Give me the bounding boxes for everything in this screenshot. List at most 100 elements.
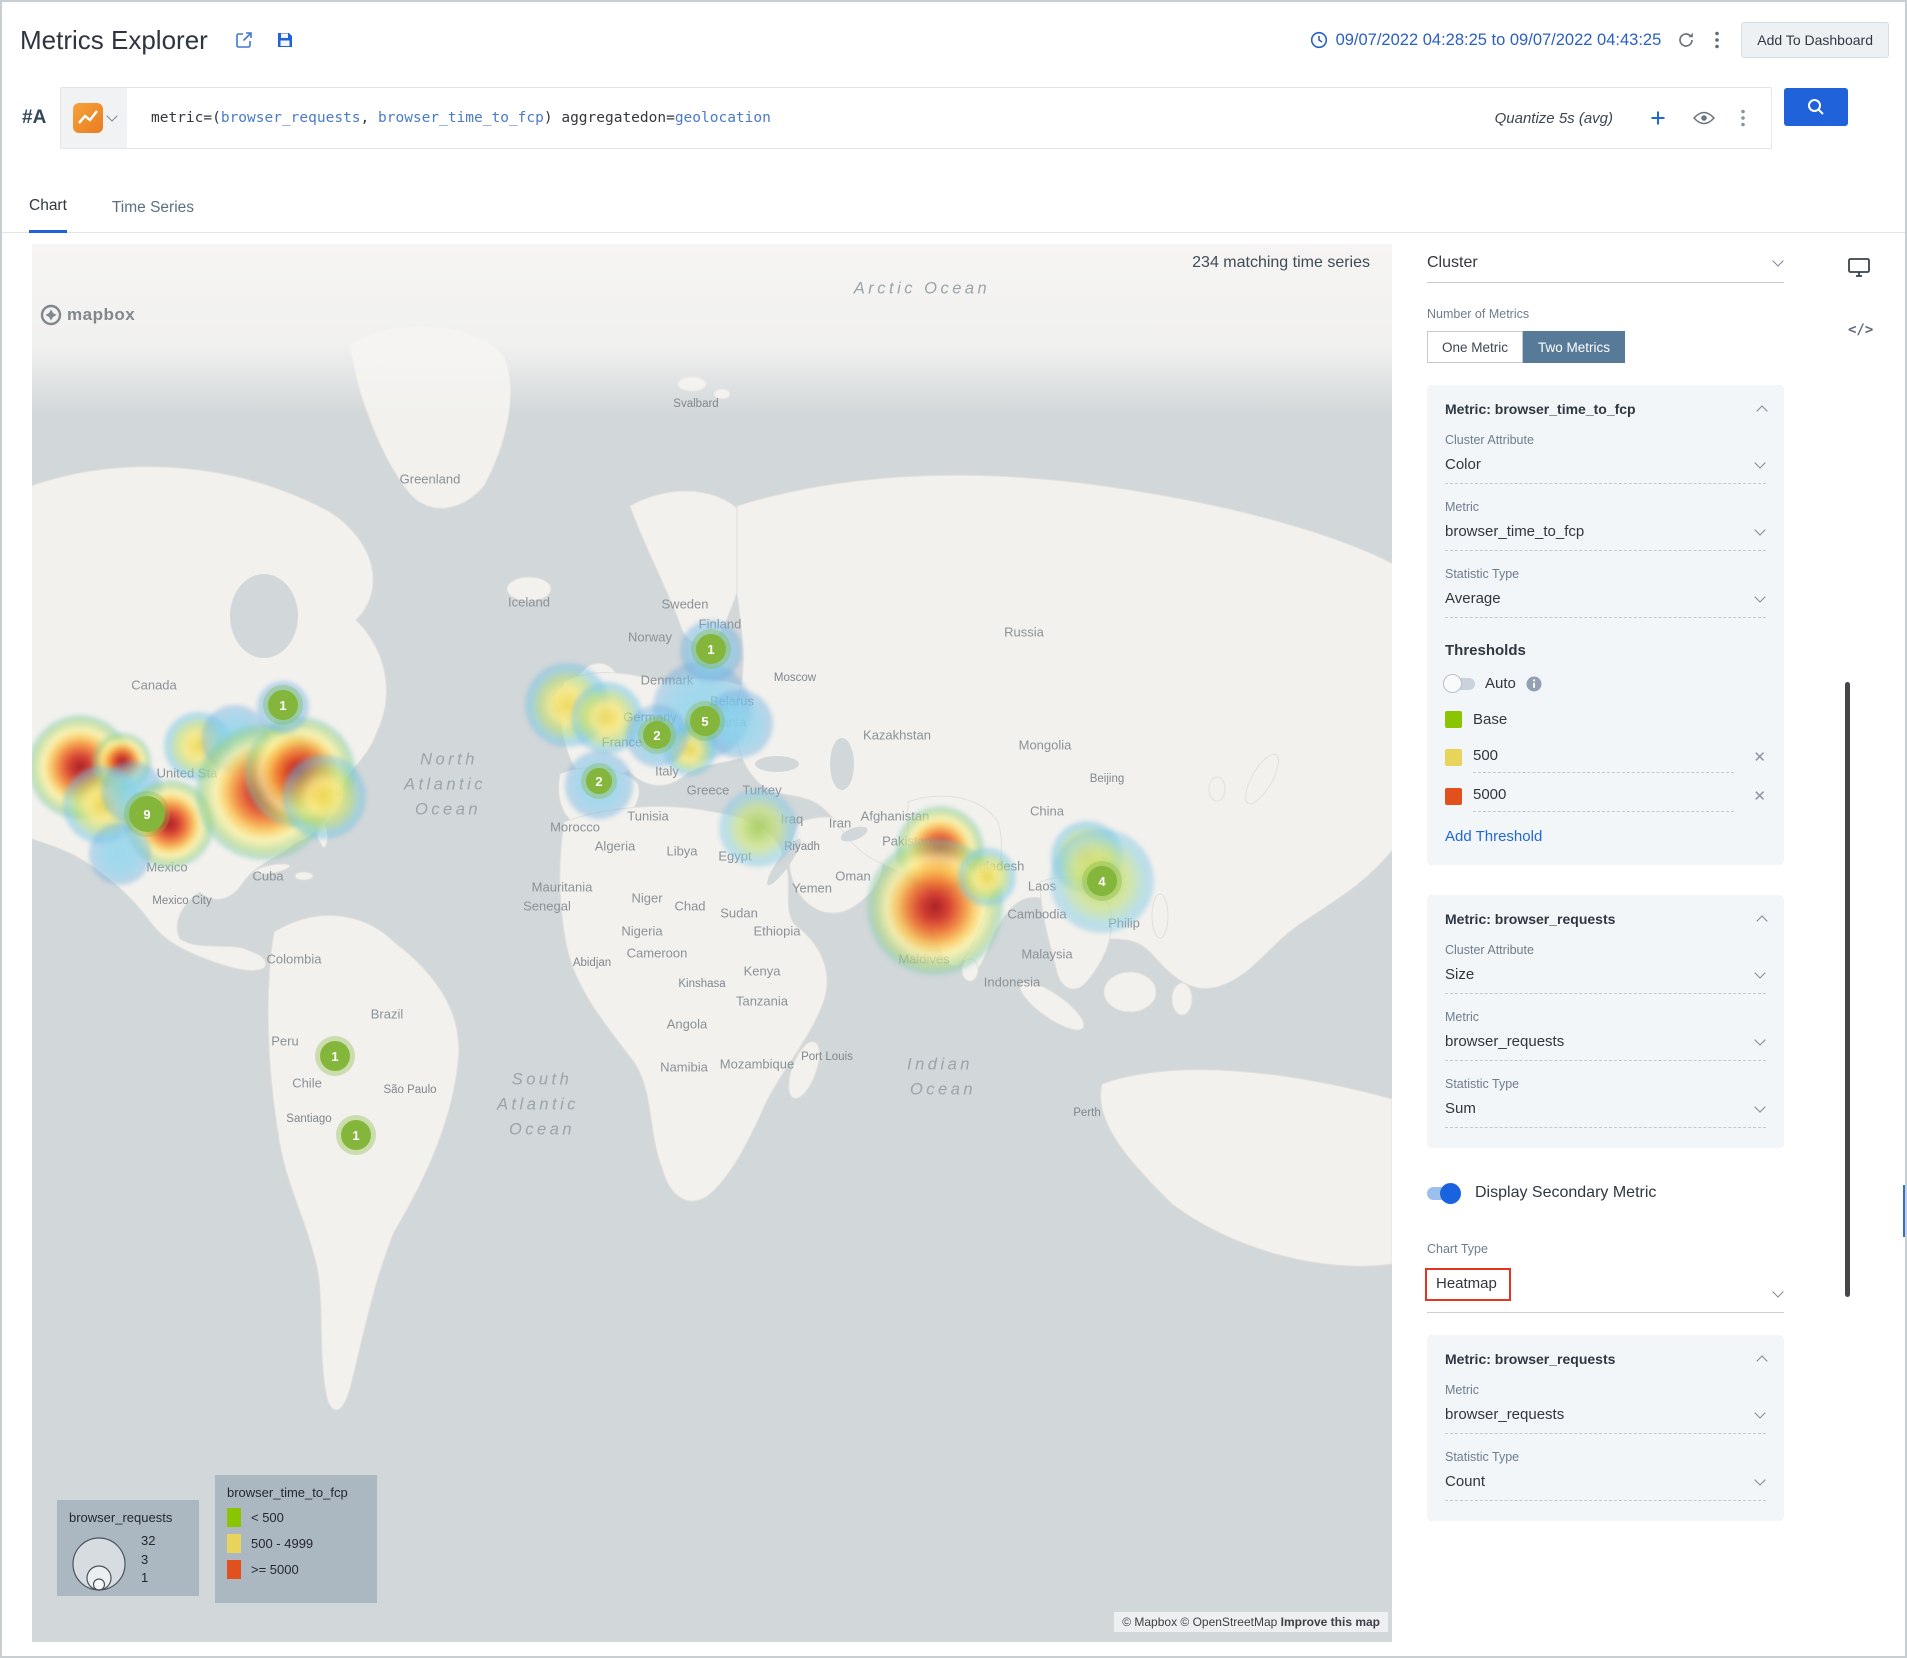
cluster-marker[interactable]: 1 xyxy=(341,1120,371,1150)
save-icon[interactable] xyxy=(276,31,294,49)
chart-options-panel: Cluster Number of Metrics One Metric Two… xyxy=(1427,246,1784,1521)
legend-row: >= 5000 xyxy=(227,1560,365,1579)
add-threshold-link[interactable]: Add Threshold xyxy=(1445,828,1766,845)
card-header[interactable]: Metric: browser_requests xyxy=(1445,1351,1766,1367)
plot-kebab-icon[interactable] xyxy=(1741,109,1745,127)
header-actions: 09/07/2022 04:28:25 to 09/07/2022 04:43:… xyxy=(1310,22,1889,58)
remove-threshold-icon[interactable]: ✕ xyxy=(1753,748,1766,766)
statistic-type-select[interactable]: Average xyxy=(1445,581,1766,618)
cluster-attribute-label: Cluster Attribute xyxy=(1445,943,1766,957)
cluster-select[interactable]: Cluster xyxy=(1427,246,1784,283)
display-secondary-metric-row: Display Secondary Metric xyxy=(1427,1184,1784,1202)
add-to-dashboard-button[interactable]: Add To Dashboard xyxy=(1741,22,1889,58)
mapbox-logo[interactable]: mapbox xyxy=(40,304,135,326)
color-swatch xyxy=(227,1534,241,1553)
add-plot-icon[interactable] xyxy=(1649,109,1667,127)
statistic-type-select[interactable]: Count xyxy=(1445,1464,1766,1501)
metric-select[interactable]: browser_requests xyxy=(1445,1024,1766,1061)
mapbox-icon xyxy=(40,304,62,326)
cluster-marker[interactable]: 1 xyxy=(320,1041,350,1071)
cluster-marker[interactable]: 2 xyxy=(643,721,671,749)
legend-value: 32 xyxy=(141,1533,155,1548)
threshold-row-500: 500 ✕ xyxy=(1445,747,1766,767)
metrics-explorer-app: Metrics Explorer 09/07/2022 04:28:25 to … xyxy=(0,0,1907,1658)
cluster-layer: 112529411 xyxy=(32,244,1392,1642)
refresh-icon[interactable] xyxy=(1677,31,1695,49)
legend-row: 500 - 4999 xyxy=(227,1534,365,1553)
cluster-attribute-select[interactable]: Color xyxy=(1445,447,1766,484)
color-swatch xyxy=(1445,788,1462,805)
share-icon[interactable] xyxy=(234,30,254,50)
chevron-down-icon xyxy=(106,110,117,121)
display-view-icon[interactable] xyxy=(1848,258,1870,283)
threshold-value-input[interactable]: 500 xyxy=(1473,747,1734,773)
kebab-menu-icon[interactable] xyxy=(1715,31,1719,49)
metric-count-toggle: One Metric Two Metrics xyxy=(1427,331,1625,363)
chevron-down-icon xyxy=(1754,457,1765,468)
auto-toggle[interactable] xyxy=(1445,678,1475,690)
color-swatch xyxy=(227,1560,241,1579)
info-icon[interactable] xyxy=(1526,676,1542,692)
code-view-icon[interactable]: </> xyxy=(1848,322,1873,338)
card-header[interactable]: Metric: browser_time_to_fcp xyxy=(1445,401,1766,417)
chevron-up-icon xyxy=(1756,915,1767,926)
query-text[interactable]: metric=(browser_requests, browser_time_t… xyxy=(151,110,771,126)
metric-label: Metric xyxy=(1445,500,1766,514)
legend-title: browser_time_to_fcp xyxy=(227,1485,365,1500)
chevron-down-icon xyxy=(1754,524,1765,535)
chart-type-select[interactable]: Heatmap xyxy=(1427,1260,1784,1313)
chevron-down-icon xyxy=(1754,1474,1765,1485)
cluster-marker[interactable]: 5 xyxy=(690,706,720,736)
query-bar-icons xyxy=(1649,109,1745,127)
metric-select[interactable]: browser_requests xyxy=(1445,1397,1766,1434)
metric-card-fcp: Metric: browser_time_to_fcp Cluster Attr… xyxy=(1427,385,1784,865)
side-rail: </> xyxy=(1824,246,1907,1642)
page-scrollbar-thumb[interactable] xyxy=(1903,1185,1907,1237)
metric-label: Metric xyxy=(1445,1383,1766,1397)
statistic-type-select[interactable]: Sum xyxy=(1445,1091,1766,1128)
annotation-highlight-box: Heatmap xyxy=(1425,1268,1511,1301)
improve-map-link[interactable]: Improve this map xyxy=(1281,1615,1380,1629)
display-secondary-toggle[interactable] xyxy=(1427,1187,1459,1200)
tab-chart[interactable]: Chart xyxy=(29,197,67,233)
number-of-metrics-label: Number of Metrics xyxy=(1427,307,1784,321)
threshold-value-input[interactable]: 5000 xyxy=(1473,786,1734,812)
mapbox-wordmark: mapbox xyxy=(67,305,135,325)
metric-card-requests: Metric: browser_requests Cluster Attribu… xyxy=(1427,895,1784,1148)
statistic-type-label: Statistic Type xyxy=(1445,1077,1766,1091)
metric-label: Metric xyxy=(1445,1010,1766,1024)
geo-heatmap[interactable]: Arctic OceanNorthAtlanticOceanSouthAtlan… xyxy=(32,244,1392,1642)
cluster-marker[interactable]: 9 xyxy=(129,796,165,832)
legend-value: 1 xyxy=(141,1570,155,1585)
view-tabs: Chart Time Series xyxy=(2,152,1905,233)
cluster-marker[interactable]: 1 xyxy=(268,690,298,720)
search-icon xyxy=(1806,97,1826,117)
card-header[interactable]: Metric: browser_requests xyxy=(1445,911,1766,927)
chevron-down-icon xyxy=(1754,1407,1765,1418)
panel-scrollbar[interactable] xyxy=(1845,682,1850,1297)
query-token: browser_time_to_fcp xyxy=(378,110,544,126)
color-swatch xyxy=(227,1508,241,1527)
two-metrics-button[interactable]: Two Metrics xyxy=(1523,331,1625,363)
time-range-text: 09/07/2022 04:28:25 to 09/07/2022 04:43:… xyxy=(1336,31,1662,50)
metric-select[interactable]: browser_time_to_fcp xyxy=(1445,514,1766,551)
chart-type-label: Chart Type xyxy=(1427,1242,1784,1256)
run-search-button[interactable] xyxy=(1784,88,1848,126)
cluster-marker[interactable]: 1 xyxy=(696,634,726,664)
chevron-up-icon xyxy=(1756,1355,1767,1366)
attribution-text: © Mapbox © OpenStreetMap xyxy=(1122,1615,1277,1629)
remove-threshold-icon[interactable]: ✕ xyxy=(1753,787,1766,805)
plot-type-selector[interactable] xyxy=(61,88,127,148)
cluster-attribute-select[interactable]: Size xyxy=(1445,957,1766,994)
visibility-eye-icon[interactable] xyxy=(1693,111,1715,125)
statistic-type-label: Statistic Type xyxy=(1445,567,1766,581)
time-range[interactable]: 09/07/2022 04:28:25 to 09/07/2022 04:43:… xyxy=(1310,31,1662,50)
tab-time-series[interactable]: Time Series xyxy=(112,199,194,232)
statistic-type-label: Statistic Type xyxy=(1445,1450,1766,1464)
cluster-marker[interactable]: 2 xyxy=(586,768,612,794)
threshold-label: Base xyxy=(1473,711,1507,728)
chart-type-value: Heatmap xyxy=(1436,1275,1497,1292)
legend-browser-time-to-fcp: browser_time_to_fcp < 500 500 - 4999 >= … xyxy=(215,1475,377,1603)
cluster-marker[interactable]: 4 xyxy=(1087,866,1117,896)
one-metric-button[interactable]: One Metric xyxy=(1427,331,1523,363)
